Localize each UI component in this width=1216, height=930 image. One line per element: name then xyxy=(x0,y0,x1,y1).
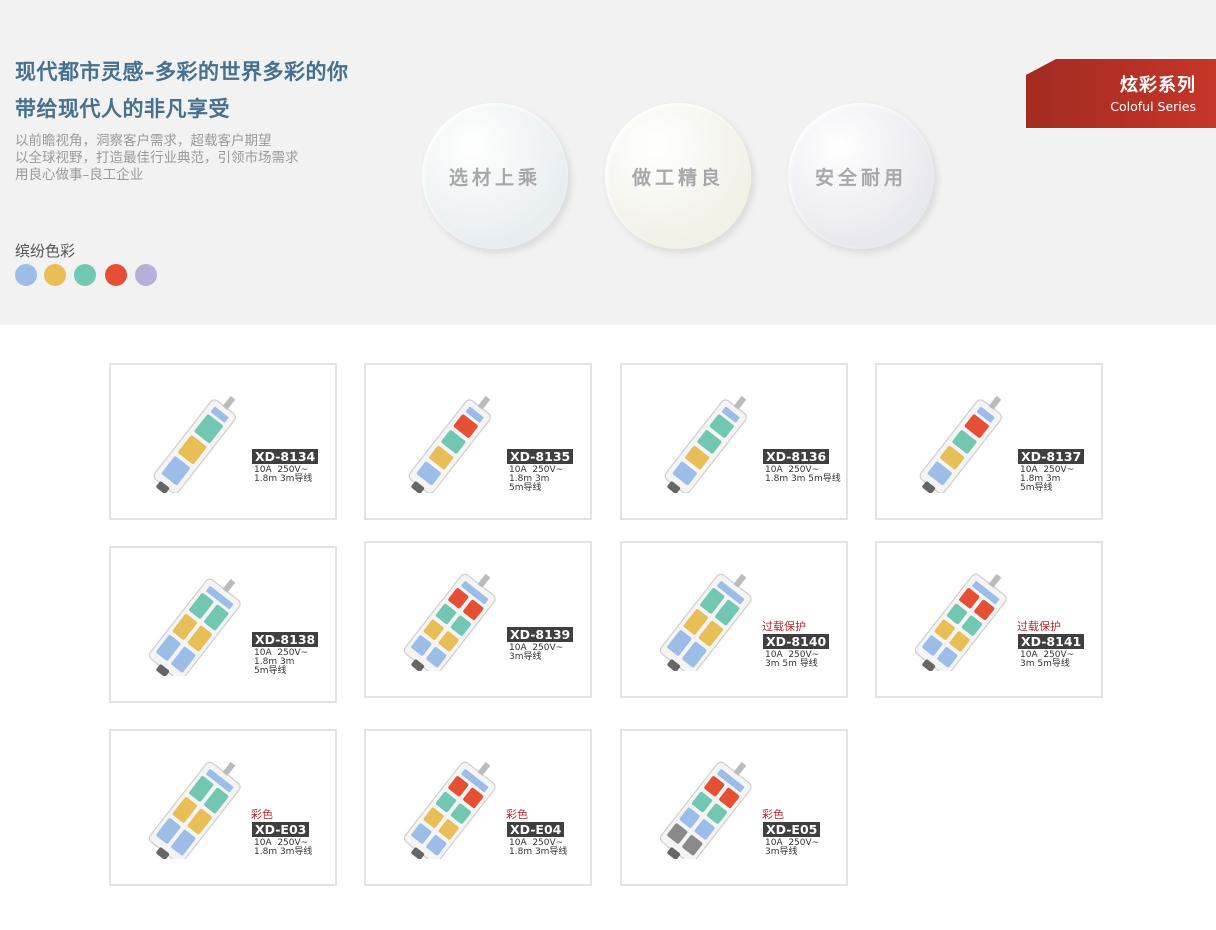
product-tag: 过载保护 xyxy=(1017,620,1061,633)
product-model: XD-8138 xyxy=(252,632,319,647)
product-card[interactable]: XD-8134 10A 250V~ 1.8m 3m导线 xyxy=(109,363,337,520)
power-strip-image xyxy=(664,395,747,493)
product-model: XD-8141 xyxy=(1018,634,1085,649)
color-swatch-yellow xyxy=(44,264,66,286)
colors-label: 缤纷色彩 xyxy=(15,242,76,260)
feature-circle-workmanship: 做工精良 xyxy=(605,103,751,249)
description-line: 以全球视野，打造最佳行业典范，引领市场需求 xyxy=(15,150,299,166)
power-strip-image xyxy=(148,761,241,859)
feature-label: 安全耐用 xyxy=(814,166,907,189)
power-strip-image xyxy=(659,761,752,859)
series-title: 炫彩系列 xyxy=(1120,75,1196,96)
product-card[interactable]: 过载保护 XD-8140 10A 250V~ 3m 5m 导线 xyxy=(620,541,848,698)
product-card[interactable]: XD-8136 10A 250V~ 1.8m 3m 5m导线 xyxy=(620,363,848,520)
product-model: XD-E03 xyxy=(252,822,310,837)
product-model: XD-8136 xyxy=(763,449,830,464)
product-card[interactable]: XD-8135 10A 250V~ 1.8m 3m 5m导线 xyxy=(364,363,592,520)
product-card[interactable]: 彩色 XD-E03 10A 250V~ 1.8m 3m导线 xyxy=(109,729,337,886)
product-spec: 10A 250V~ 3m 5m导线 xyxy=(1020,650,1075,669)
product-spec: 10A 250V~ 1.8m 3m导线 xyxy=(509,838,568,857)
product-spec: 10A 250V~ 1.8m 3m导线 xyxy=(254,838,313,857)
power-strip-image xyxy=(919,395,1002,493)
headline-line-1: 现代都市灵感–多彩的世界多彩的你 xyxy=(15,60,349,84)
power-strip-image xyxy=(403,573,496,671)
product-spec: 10A 250V~ 3m 5m 导线 xyxy=(765,650,820,669)
product-tag: 彩色 xyxy=(762,808,784,821)
color-swatch-red xyxy=(105,264,127,286)
power-strip-image xyxy=(408,395,491,493)
product-model: XD-8137 xyxy=(1018,449,1085,464)
power-strip-image xyxy=(148,578,241,676)
product-card[interactable]: XD-8137 10A 250V~ 1.8m 3m 5m导线 xyxy=(875,363,1103,520)
series-badge: 炫彩系列 Coloful Series xyxy=(1026,59,1216,128)
product-card[interactable]: XD-8139 10A 250V~ 3m导线 xyxy=(364,541,592,698)
product-spec: 10A 250V~ 3m导线 xyxy=(509,643,564,662)
product-model: XD-8135 xyxy=(507,449,574,464)
power-strip-image xyxy=(914,573,1007,671)
description-line: 用良心做事–良工企业 xyxy=(15,167,144,183)
product-tag: 过载保护 xyxy=(762,620,806,633)
product-model: XD-8139 xyxy=(507,627,574,642)
product-card[interactable]: XD-8138 10A 250V~ 1.8m 3m 5m导线 xyxy=(109,546,337,703)
product-tag: 彩色 xyxy=(506,808,528,821)
headline-line-2: 带给现代人的非凡享受 xyxy=(15,97,230,121)
top-banner: 现代都市灵感–多彩的世界多彩的你 带给现代人的非凡享受 以前瞻视角，洞察客户需求… xyxy=(0,0,1216,325)
color-swatch-purple xyxy=(135,264,157,286)
product-model: XD-8140 xyxy=(763,634,830,649)
feature-circle-materials: 选材上乘 xyxy=(422,103,568,249)
product-spec: 10A 250V~ 1.8m 3m导线 xyxy=(254,465,313,484)
product-spec: 10A 250V~ 1.8m 3m 5m导线 xyxy=(254,648,309,676)
feature-label: 选材上乘 xyxy=(448,166,541,189)
power-strip-image xyxy=(403,761,496,859)
description-line: 以前瞻视角，洞察客户需求，超载客户期望 xyxy=(15,133,272,149)
product-card[interactable]: 过载保护 XD-8141 10A 250V~ 3m 5m导线 xyxy=(875,541,1103,698)
product-model: XD-8134 xyxy=(252,449,319,464)
feature-circle-safety: 安全耐用 xyxy=(788,103,934,249)
power-strip-image xyxy=(153,395,236,493)
color-swatch-green xyxy=(74,264,96,286)
product-spec: 10A 250V~ 1.8m 3m 5m导线 xyxy=(1020,465,1075,493)
product-model: XD-E04 xyxy=(507,822,565,837)
product-spec: 10A 250V~ 1.8m 3m 5m导线 xyxy=(509,465,564,493)
product-model: XD-E05 xyxy=(763,822,821,837)
color-swatch-blue xyxy=(15,264,37,286)
product-tag: 彩色 xyxy=(251,808,273,821)
series-subtitle: Coloful Series xyxy=(1110,99,1196,114)
feature-label: 做工精良 xyxy=(631,166,724,189)
product-spec: 10A 250V~ 3m导线 xyxy=(765,838,820,857)
power-strip-image xyxy=(659,573,752,671)
product-card[interactable]: 彩色 XD-E05 10A 250V~ 3m导线 xyxy=(620,729,848,886)
product-card[interactable]: 彩色 XD-E04 10A 250V~ 1.8m 3m导线 xyxy=(364,729,592,886)
product-spec: 10A 250V~ 1.8m 3m 5m导线 xyxy=(765,465,841,484)
